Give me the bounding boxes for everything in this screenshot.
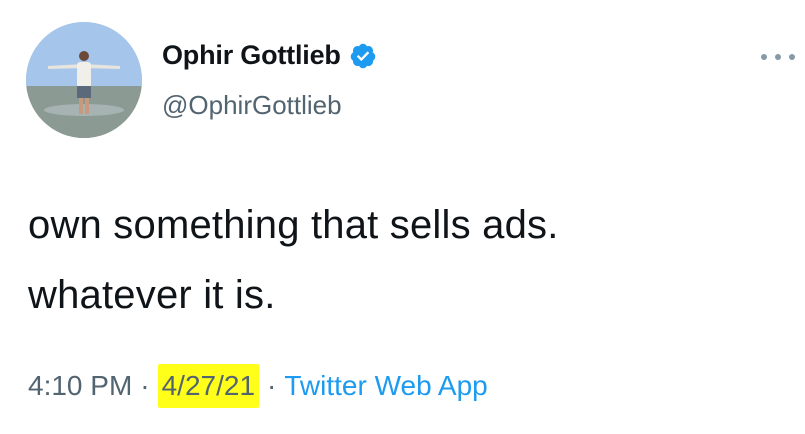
- author-display-name[interactable]: Ophir Gottlieb: [162, 40, 341, 71]
- meta-separator: ·: [267, 370, 277, 401]
- tweet-date[interactable]: 4/27/21: [157, 364, 260, 408]
- tweet-time[interactable]: 4:10 PM: [28, 370, 132, 402]
- more-horizontal-icon[interactable]: [761, 50, 795, 64]
- avatar[interactable]: [26, 22, 142, 138]
- tweet-text-line: whatever it is.: [28, 273, 276, 318]
- tweet-source-link[interactable]: Twitter Web App: [284, 370, 487, 402]
- author-name-row: Ophir Gottlieb: [162, 40, 377, 71]
- avatar-image: [26, 22, 142, 138]
- tweet-text-line: own something that sells ads.: [28, 203, 559, 247]
- verified-badge-icon: [349, 42, 377, 70]
- tweet-card: Ophir Gottlieb @OphirGottlieb own someth…: [0, 0, 805, 434]
- tweet-text: own something that sells ads. whatever i…: [28, 190, 788, 331]
- meta-separator: ·: [140, 370, 150, 401]
- tweet-meta: 4:10 PM · 4/27/21 · Twitter Web App: [28, 364, 488, 408]
- author-handle[interactable]: @OphirGottlieb: [162, 90, 342, 121]
